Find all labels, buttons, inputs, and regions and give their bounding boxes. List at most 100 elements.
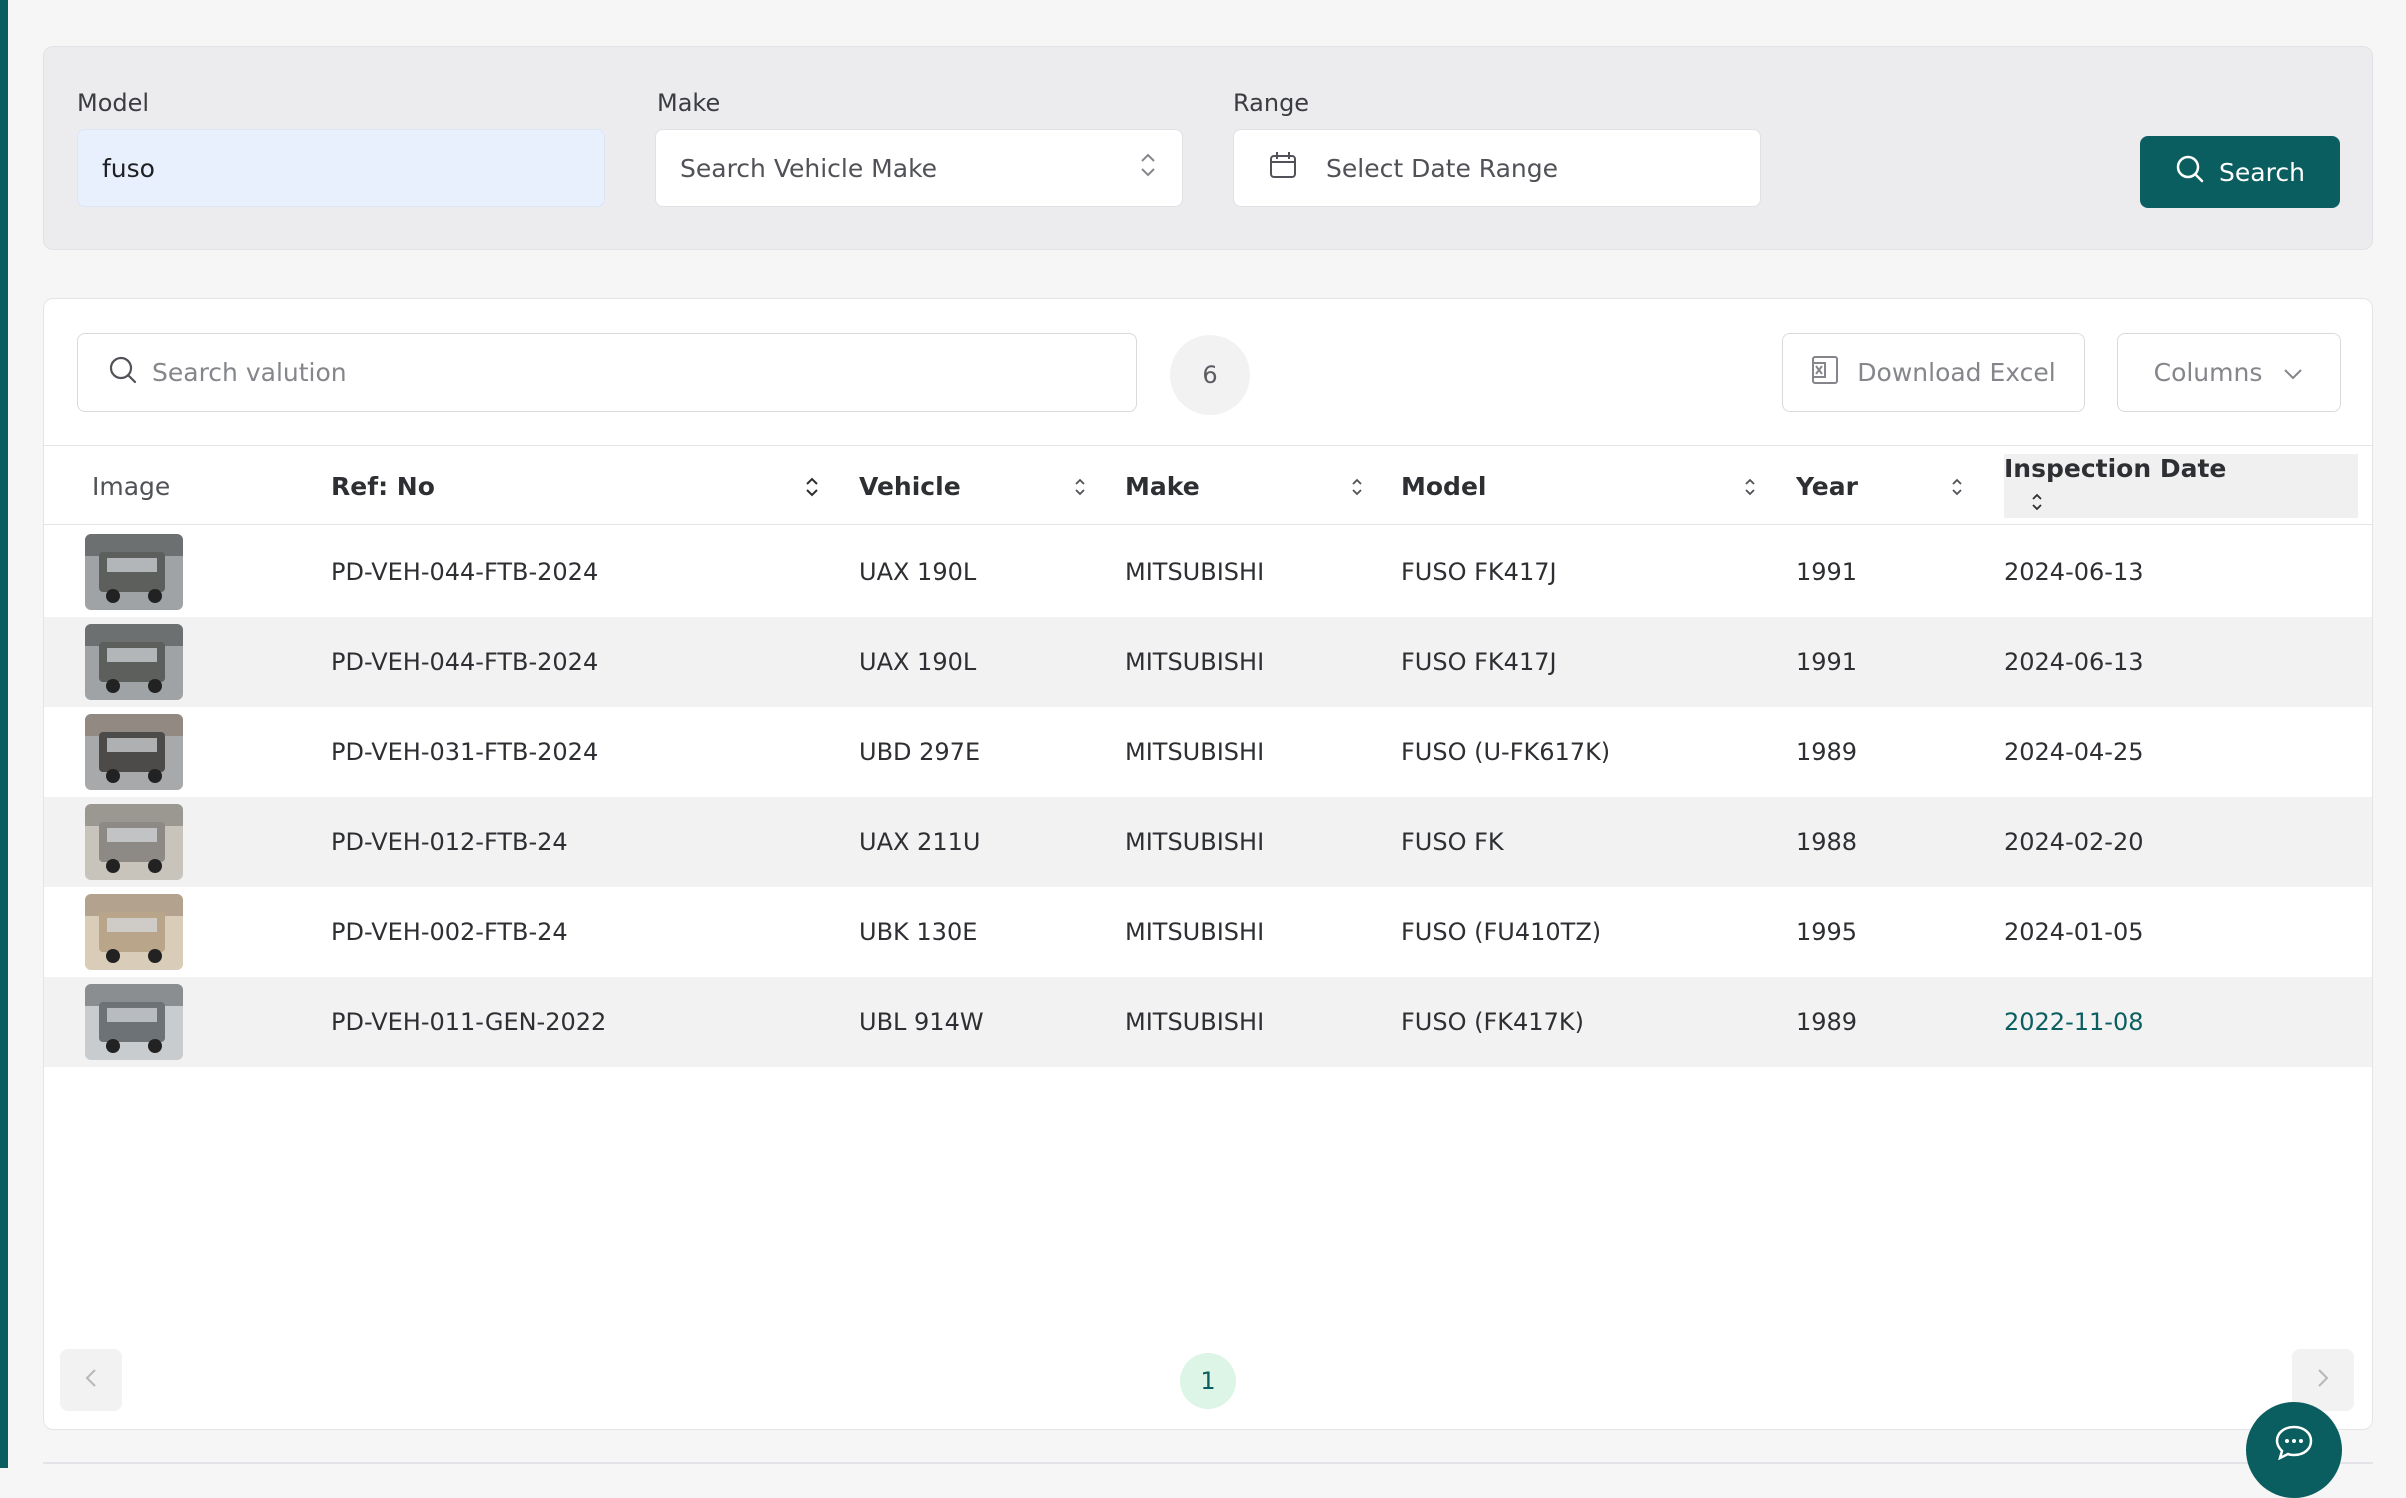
model-label: Model bbox=[77, 89, 150, 117]
make-select-placeholder: Search Vehicle Make bbox=[680, 153, 938, 183]
cell-year: 1989 bbox=[1796, 1008, 1858, 1036]
download-excel-button[interactable]: Download Excel bbox=[1782, 333, 2085, 412]
search-button-label: Search bbox=[2219, 157, 2305, 187]
col-header-date-label: Inspection Date bbox=[2004, 454, 2227, 483]
cell-vehicle: UAX 211U bbox=[859, 828, 981, 856]
cell-inspection-date: 2024-06-13 bbox=[2004, 648, 2144, 676]
make-select[interactable]: Search Vehicle Make bbox=[655, 129, 1183, 207]
table-row[interactable]: PD-VEH-031-FTB-2024 UBD 297E MITSUBISHI FUS… bbox=[44, 707, 2372, 797]
valuation-table-card: Search valution 6 Download Excel Columns… bbox=[43, 298, 2373, 1430]
cell-ref: PD-VEH-044-FTB-2024 bbox=[331, 648, 599, 676]
sort-icon[interactable] bbox=[1351, 476, 1363, 502]
model-input-value: fuso bbox=[102, 153, 155, 183]
excel-file-icon bbox=[1811, 355, 1839, 391]
search-icon bbox=[2175, 154, 2205, 190]
filter-panel: Model Make Range fuso Search Vehicle Mak… bbox=[43, 46, 2373, 250]
cell-year: 1988 bbox=[1796, 828, 1858, 856]
chat-bubble-icon bbox=[2274, 1424, 2314, 1464]
cell-make: MITSUBISHI bbox=[1125, 918, 1265, 946]
chat-button[interactable] bbox=[2246, 1402, 2342, 1498]
cell-make: MITSUBISHI bbox=[1125, 648, 1265, 676]
cell-make: MITSUBISHI bbox=[1125, 828, 1265, 856]
date-range-picker[interactable]: Select Date Range bbox=[1233, 129, 1761, 207]
page-1-button[interactable]: 1 bbox=[1180, 1353, 1236, 1409]
chevron-right-icon bbox=[2316, 1367, 2330, 1393]
cell-vehicle: UBK 130E bbox=[859, 918, 978, 946]
cell-ref: PD-VEH-044-FTB-2024 bbox=[331, 558, 599, 586]
model-input[interactable]: fuso bbox=[77, 129, 605, 207]
search-button[interactable]: Search bbox=[2140, 136, 2340, 208]
cell-ref: PD-VEH-011-GEN-2022 bbox=[331, 1008, 607, 1036]
cell-vehicle: UBD 297E bbox=[859, 738, 981, 766]
cell-inspection-date: 2024-01-05 bbox=[2004, 918, 2144, 946]
search-icon bbox=[108, 355, 138, 391]
columns-label: Columns bbox=[2153, 358, 2263, 387]
table-search-placeholder: Search valution bbox=[152, 358, 347, 387]
table-header: Image Ref: No Vehicle Make Model Year In… bbox=[44, 445, 2372, 526]
cell-year: 1991 bbox=[1796, 648, 1858, 676]
table-row[interactable]: PD-VEH-044-FTB-2024 UAX 190L MITSUBISHI FUS… bbox=[44, 617, 2372, 707]
cell-year: 1989 bbox=[1796, 738, 1858, 766]
col-header-inspection-date[interactable]: Inspection Date bbox=[2004, 454, 2358, 518]
col-header-year-label: Year bbox=[1796, 471, 1858, 501]
col-header-make-label: Make bbox=[1125, 471, 1200, 501]
col-header-model[interactable]: Model bbox=[1401, 446, 1486, 526]
cell-vehicle: UAX 190L bbox=[859, 558, 977, 586]
cell-model: FUSO (FK417K) bbox=[1401, 1008, 1584, 1036]
table-row[interactable]: PD-VEH-002-FTB-24 UBK 130E MITSUBISHI FUSO … bbox=[44, 887, 2372, 977]
col-header-model-label: Model bbox=[1401, 471, 1487, 501]
vehicle-thumbnail[interactable] bbox=[85, 624, 183, 700]
cell-vehicle: UBL 914W bbox=[859, 1008, 984, 1036]
cell-inspection-date: 2022-11-08 bbox=[2004, 1008, 2144, 1036]
columns-dropdown-button[interactable]: Columns bbox=[2117, 333, 2341, 412]
cell-model: FUSO FK417J bbox=[1401, 558, 1557, 586]
cell-make: MITSUBISHI bbox=[1125, 558, 1265, 586]
col-header-vehicle-label: Vehicle bbox=[859, 471, 961, 501]
updown-chevron-icon bbox=[1138, 150, 1158, 186]
vehicle-thumbnail[interactable] bbox=[85, 714, 183, 790]
result-count-badge: 6 bbox=[1170, 335, 1250, 415]
range-label: Range bbox=[1233, 89, 1310, 117]
vehicle-thumbnail[interactable] bbox=[85, 804, 183, 880]
sort-icon[interactable] bbox=[1744, 476, 1756, 502]
cell-year: 1995 bbox=[1796, 918, 1858, 946]
sort-icon[interactable] bbox=[804, 474, 820, 504]
cell-model: FUSO (FU410TZ) bbox=[1401, 918, 1602, 946]
cell-ref: PD-VEH-031-FTB-2024 bbox=[331, 738, 599, 766]
cell-inspection-date: 2024-02-20 bbox=[2004, 828, 2144, 856]
calendar-icon bbox=[1268, 150, 1326, 186]
col-header-ref-label: Ref: No bbox=[331, 471, 435, 501]
cell-vehicle: UAX 190L bbox=[859, 648, 977, 676]
col-header-ref[interactable]: Ref: No bbox=[331, 446, 435, 526]
sort-icon[interactable] bbox=[1074, 476, 1086, 502]
cell-model: FUSO (U-FK617K) bbox=[1401, 738, 1611, 766]
table-row[interactable]: PD-VEH-044-FTB-2024 UAX 190L MITSUBISHI FUS… bbox=[44, 527, 2372, 617]
cell-inspection-date: 2024-04-25 bbox=[2004, 738, 2144, 766]
download-excel-label: Download Excel bbox=[1857, 358, 2056, 387]
table-search-input[interactable]: Search valution bbox=[77, 333, 1137, 412]
vehicle-thumbnail[interactable] bbox=[85, 984, 183, 1060]
cell-ref: PD-VEH-002-FTB-24 bbox=[331, 918, 568, 946]
footer-divider bbox=[43, 1462, 2373, 1464]
left-accent-bar bbox=[0, 0, 8, 1468]
vehicle-thumbnail[interactable] bbox=[85, 894, 183, 970]
col-header-image: Image bbox=[92, 471, 171, 501]
sort-icon[interactable] bbox=[2030, 490, 2044, 519]
col-header-vehicle[interactable]: Vehicle bbox=[859, 446, 961, 526]
vehicle-thumbnail[interactable] bbox=[85, 534, 183, 610]
cell-ref: PD-VEH-012-FTB-24 bbox=[331, 828, 568, 856]
prev-page-button[interactable] bbox=[60, 1349, 122, 1411]
col-header-year[interactable]: Year bbox=[1796, 446, 1858, 526]
cell-year: 1991 bbox=[1796, 558, 1858, 586]
table-row[interactable]: PD-VEH-012-FTB-24 UAX 211U MITSUBISHI FUSO … bbox=[44, 797, 2372, 887]
table-row[interactable]: PD-VEH-011-GEN-2022 UBL 914W MITSUBISHI FUS… bbox=[44, 977, 2372, 1067]
chevron-down-icon bbox=[2282, 358, 2304, 387]
date-range-placeholder: Select Date Range bbox=[1326, 153, 1559, 183]
cell-make: MITSUBISHI bbox=[1125, 1008, 1265, 1036]
sort-icon[interactable] bbox=[1951, 476, 1963, 502]
col-header-make[interactable]: Make bbox=[1125, 446, 1200, 526]
cell-model: FUSO FK417J bbox=[1401, 648, 1557, 676]
cell-model: FUSO FK bbox=[1401, 828, 1504, 856]
make-label: Make bbox=[657, 89, 721, 117]
chevron-left-icon bbox=[84, 1367, 98, 1393]
